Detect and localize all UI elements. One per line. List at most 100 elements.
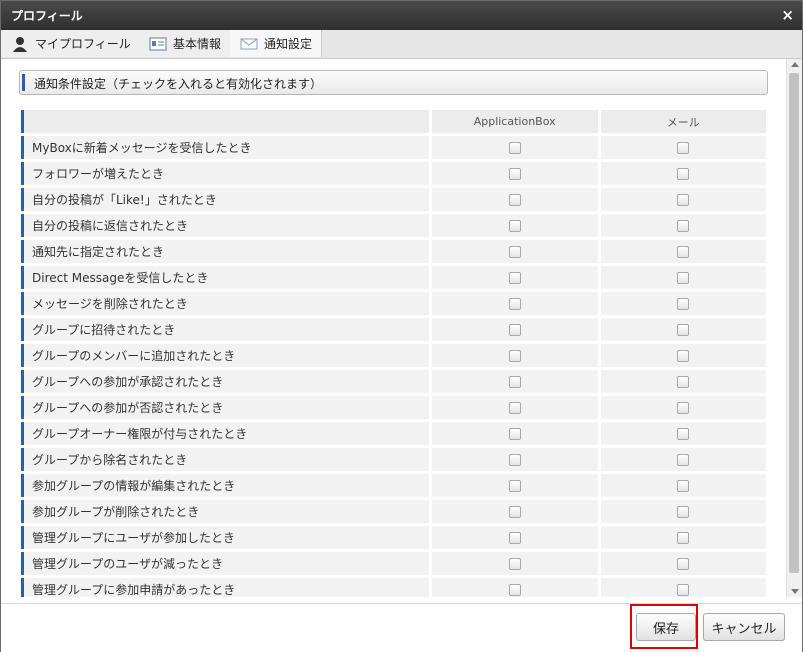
table-row: 管理グループにユーザが参加したとき [21, 526, 766, 549]
applicationbox-checkbox[interactable] [508, 324, 521, 336]
applicationbox-checkbox[interactable] [508, 168, 521, 180]
applicationbox-checkbox[interactable] [508, 506, 521, 518]
cell-mail [600, 500, 766, 523]
cell-mail [600, 578, 766, 597]
table-row: フォロワーが増えたとき [21, 162, 766, 185]
section-header: 通知条件設定（チェックを入れると有効化されます） [19, 70, 768, 95]
applicationbox-checkbox[interactable] [508, 584, 521, 596]
notification-table: ApplicationBox メール MyBoxに新着メッセージを受信したときフ… [21, 107, 766, 597]
cell-applicationbox [431, 292, 598, 315]
applicationbox-checkbox[interactable] [508, 246, 521, 258]
cell-mail [600, 266, 766, 289]
table-row: 参加グループの情報が編集されたとき [21, 474, 766, 497]
cell-mail [600, 162, 766, 185]
table-row: MyBoxに新着メッセージを受信したとき [21, 136, 766, 159]
column-header-applicationbox: ApplicationBox [431, 110, 598, 133]
applicationbox-checkbox[interactable] [508, 298, 521, 310]
cell-applicationbox [431, 552, 598, 575]
mail-checkbox[interactable] [677, 272, 690, 284]
applicationbox-checkbox[interactable] [508, 220, 521, 232]
table-row: グループに招待されたとき [21, 318, 766, 341]
applicationbox-checkbox[interactable] [508, 376, 521, 388]
row-label: Direct Messageを受信したとき [21, 266, 429, 289]
row-label: 自分の投稿が「Like!」されたとき [21, 188, 429, 211]
mail-checkbox[interactable] [677, 168, 690, 180]
applicationbox-checkbox[interactable] [508, 402, 521, 414]
cell-mail [600, 240, 766, 263]
tab-bar: マイプロフィール 基本情報 通知設定 [1, 30, 802, 59]
close-icon[interactable]: × [781, 6, 794, 24]
cell-applicationbox [431, 136, 598, 159]
mail-checkbox[interactable] [677, 246, 690, 258]
cell-applicationbox [431, 396, 598, 419]
row-label: グループへの参加が否認されたとき [21, 396, 429, 419]
tab-basic-info[interactable]: 基本情報 [139, 30, 231, 57]
table-row: 自分の投稿が「Like!」されたとき [21, 188, 766, 211]
mail-checkbox[interactable] [677, 350, 690, 362]
user-icon [11, 36, 29, 52]
applicationbox-checkbox[interactable] [508, 480, 521, 492]
cell-applicationbox [431, 344, 598, 367]
mail-checkbox[interactable] [677, 194, 690, 206]
mail-checkbox[interactable] [677, 454, 690, 466]
mail-checkbox[interactable] [677, 506, 690, 518]
mail-checkbox[interactable] [677, 532, 690, 544]
table-row: 管理グループに参加申請があったとき [21, 578, 766, 597]
header-corner [21, 110, 429, 133]
applicationbox-checkbox[interactable] [508, 272, 521, 284]
cell-applicationbox [431, 500, 598, 523]
table-row: 通知先に指定されたとき [21, 240, 766, 263]
scroll-up-icon[interactable] [791, 62, 799, 67]
row-label: グループへの参加が承認されたとき [21, 370, 429, 393]
notification-settings-panel: 通知条件設定（チェックを入れると有効化されます） ApplicationBox … [1, 59, 785, 597]
mail-checkbox[interactable] [677, 402, 690, 414]
applicationbox-checkbox[interactable] [508, 454, 521, 466]
cell-mail [600, 552, 766, 575]
applicationbox-checkbox[interactable] [508, 142, 521, 154]
tab-notification-settings[interactable]: 通知設定 [230, 30, 322, 57]
cell-mail [600, 370, 766, 393]
row-label: フォロワーが増えたとき [21, 162, 429, 185]
table-row: グループのメンバーに追加されたとき [21, 344, 766, 367]
dialog-title: プロフィール [11, 9, 83, 23]
id-card-icon [149, 36, 167, 52]
mail-checkbox[interactable] [677, 220, 690, 232]
cell-mail [600, 136, 766, 159]
tab-label: マイプロフィール [35, 37, 131, 51]
table-row: グループから除名されたとき [21, 448, 766, 471]
profile-dialog: プロフィール × マイプロフィール 基本情報 通知設定 通知条件設定（チェックを… [0, 0, 803, 652]
mail-checkbox[interactable] [677, 376, 690, 388]
cell-applicationbox [431, 578, 598, 597]
cell-applicationbox [431, 188, 598, 211]
cell-applicationbox [431, 266, 598, 289]
mail-checkbox[interactable] [677, 298, 690, 310]
cell-mail [600, 474, 766, 497]
vertical-scrollbar[interactable] [786, 59, 802, 597]
applicationbox-checkbox[interactable] [508, 350, 521, 362]
row-label: 自分の投稿に返信されたとき [21, 214, 429, 237]
table-row: グループオーナー権限が付与されたとき [21, 422, 766, 445]
mail-checkbox[interactable] [677, 584, 690, 596]
table-row: 自分の投稿に返信されたとき [21, 214, 766, 237]
applicationbox-checkbox[interactable] [508, 558, 521, 570]
section-title: 通知条件設定（チェックを入れると有効化されます） [34, 77, 323, 91]
cell-applicationbox [431, 474, 598, 497]
applicationbox-checkbox[interactable] [508, 532, 521, 544]
cell-applicationbox [431, 162, 598, 185]
cell-mail [600, 188, 766, 211]
mail-checkbox[interactable] [677, 480, 690, 492]
row-label: 通知先に指定されたとき [21, 240, 429, 263]
mail-checkbox[interactable] [677, 142, 690, 154]
mail-checkbox[interactable] [677, 428, 690, 440]
scroll-down-icon[interactable] [791, 589, 799, 594]
scroll-thumb[interactable] [789, 73, 799, 573]
applicationbox-checkbox[interactable] [508, 194, 521, 206]
mail-checkbox[interactable] [677, 558, 690, 570]
cancel-button[interactable]: キャンセル [703, 613, 785, 641]
mail-checkbox[interactable] [677, 324, 690, 336]
tab-my-profile[interactable]: マイプロフィール [1, 30, 140, 57]
column-header-mail: メール [600, 110, 766, 133]
save-button[interactable]: 保存 [636, 613, 696, 641]
applicationbox-checkbox[interactable] [508, 428, 521, 440]
row-label: メッセージを削除されたとき [21, 292, 429, 315]
